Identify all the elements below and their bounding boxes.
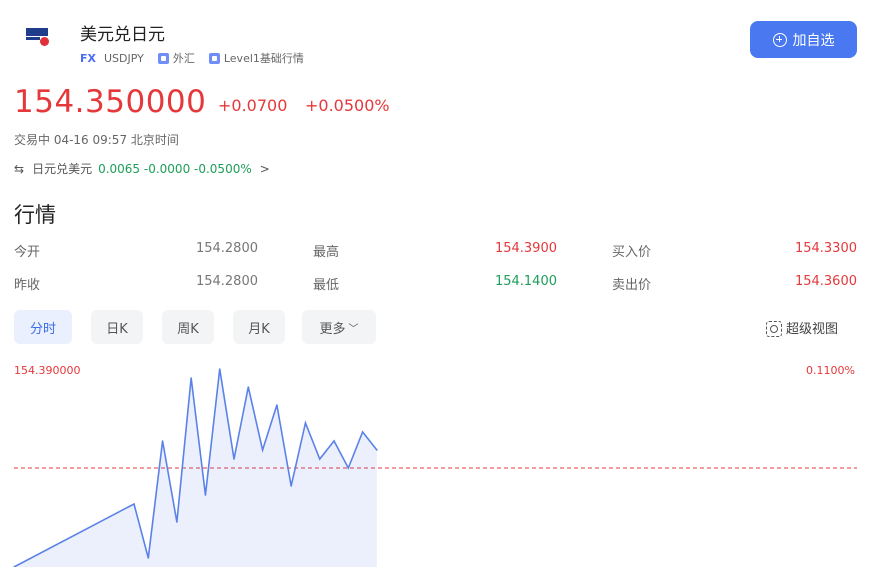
price-point [290,485,292,487]
price-point [161,440,164,442]
ask-label: 卖出价 [612,278,652,293]
focus-view-icon [766,320,782,337]
tab-weekly-k[interactable]: 周K [162,310,214,344]
cross-rate-label: 日元兑美元 [32,162,93,176]
symbol-code: USDJPY [104,51,144,65]
price-change: +0.0700 [218,96,288,115]
open-value: 154.2800 [195,241,258,256]
instrument-title: 美元兑日元 [80,25,165,45]
tab-more[interactable]: 更多 ﹀ [302,310,376,344]
price-point [276,404,278,406]
bid-label: 买入价 [612,245,652,260]
price-area [14,369,377,567]
high-label: 最高 [313,245,340,260]
prev-close-value: 154.2800 [195,274,258,289]
tab-daily-k[interactable]: 日K [91,310,143,344]
high-value: 154.3900 [494,241,557,256]
price-point [176,521,178,523]
section-title: 行情 [14,203,56,227]
price-point [376,449,378,451]
open-label: 今开 [14,245,41,260]
ask-value: 154.3600 [794,274,857,289]
usd-jpy-flag-icon [26,28,52,48]
chevron-down-icon: ﹀ [348,323,359,335]
price-point [133,503,135,505]
price-point [218,368,221,370]
cross-rate-values: 0.0065 -0.0000 -0.0500% [98,161,252,176]
instrument-tags: FX USDJPY 外汇 Level1基础行情 [80,50,318,66]
price-point [361,431,364,433]
tab-monthly-k[interactable]: 月K [233,310,285,344]
market-tag[interactable]: 外汇 [157,50,195,66]
chevron-right-icon: > [259,161,270,176]
price-point [204,494,207,496]
tab-intraday[interactable]: 分时 [14,310,72,344]
super-view-button[interactable]: 超级视图 [766,318,838,337]
price-point [333,440,335,442]
price-point [190,377,192,379]
price-point [247,386,250,388]
prev-close-label: 昨收 [14,278,41,293]
add-watchlist-button[interactable]: 加自选 [750,21,857,58]
swap-icon: ⇆ [14,161,25,176]
price-point [261,449,264,451]
price-point [318,458,321,460]
cross-rate-link[interactable]: ⇆ 日元兑美元 0.0065 -0.0000 -0.0500% > [14,160,270,177]
low-label: 最低 [313,278,340,293]
fx-tag: FX [80,51,96,65]
price-point [233,458,235,460]
price-change-pct: +0.0500% [305,96,390,115]
low-value: 154.1400 [494,274,557,289]
intraday-chart[interactable] [0,355,871,567]
trading-status: 交易中 04-16 09:57 北京时间 [14,133,179,147]
last-price: 154.350000 [14,84,207,120]
plus-circle-icon [772,32,787,47]
price-point [147,557,150,559]
bid-value: 154.3300 [794,241,857,256]
level-icon [208,52,220,64]
price-point [347,467,350,469]
price-point [304,422,307,424]
market-icon [157,52,169,64]
level-tag[interactable]: Level1基础行情 [208,50,304,66]
